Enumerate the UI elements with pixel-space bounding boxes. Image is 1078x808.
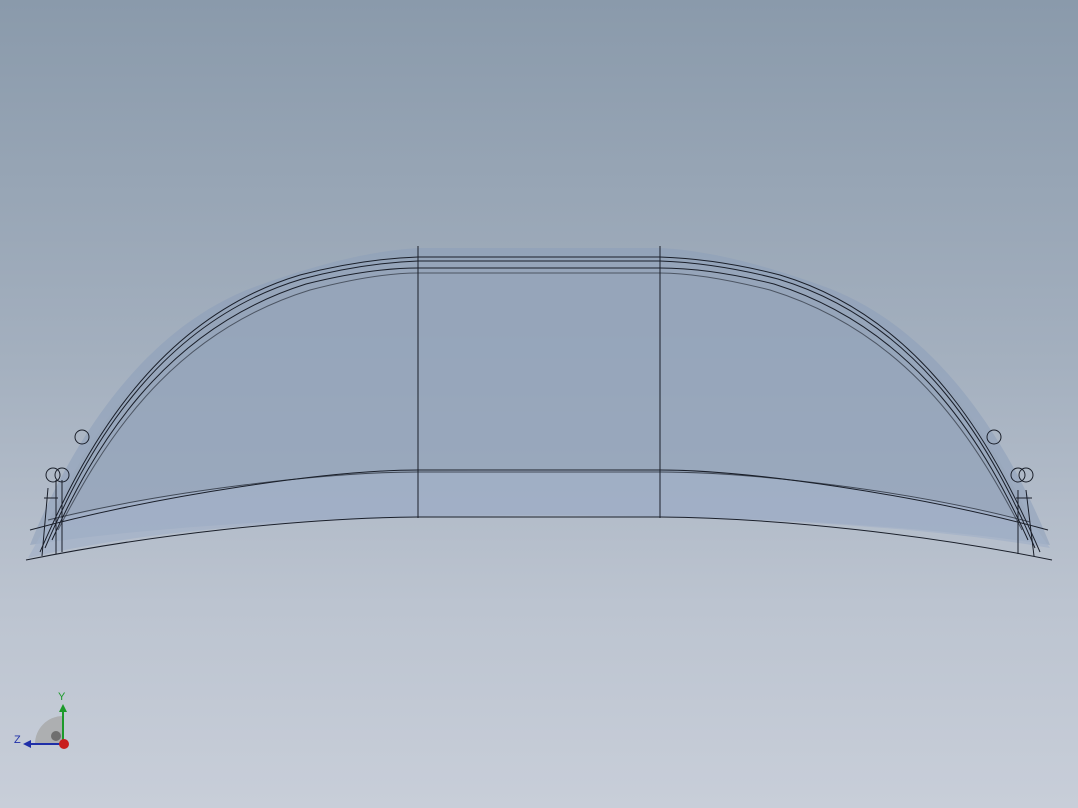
x-axis-dot	[59, 739, 69, 749]
orientation-triad[interactable]: Y Z	[10, 686, 74, 750]
canopy-model[interactable]	[0, 0, 1078, 808]
z-axis-arrow	[23, 740, 31, 748]
left-hinge-circle-1	[45, 467, 61, 483]
y-axis-arrow	[59, 704, 67, 712]
triad-sphere-shadow	[51, 731, 61, 741]
graphics-viewport[interactable]: Y Z	[0, 0, 1078, 808]
right-hinge-circle-2	[1018, 467, 1034, 483]
y-axis-label: Y	[58, 691, 66, 703]
z-axis-label: Z	[14, 734, 21, 746]
